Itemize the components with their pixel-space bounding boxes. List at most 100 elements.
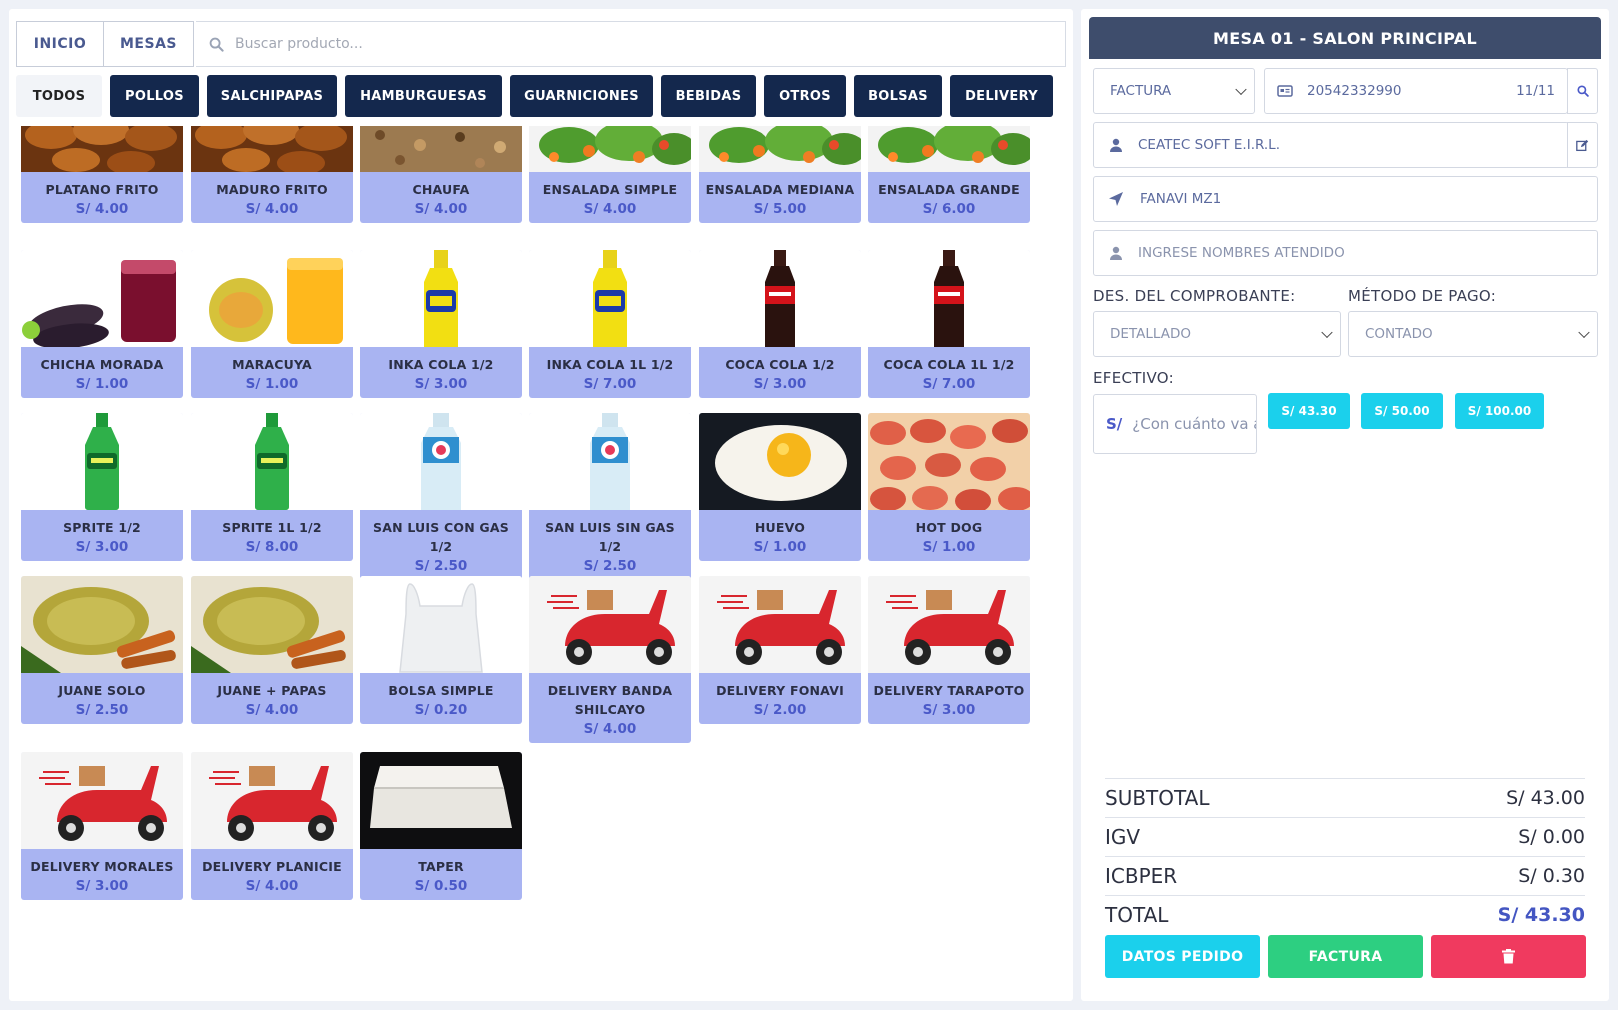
product-card[interactable]: INKA COLA 1L 1/2 S/ 7.00	[529, 250, 691, 398]
product-name: BOLSA SIMPLE	[388, 683, 494, 698]
sprite-bottle-image	[21, 413, 183, 510]
inicio-button[interactable]: INICIO	[16, 21, 104, 67]
hot-dog-slices-image	[868, 413, 1030, 510]
product-name: MADURO FRITO	[216, 182, 328, 197]
product-name: ENSALADA GRANDE	[878, 182, 1020, 197]
product-card[interactable]: JUANE SOLO S/ 2.50	[21, 576, 183, 724]
product-card[interactable]: ENSALADA GRANDE S/ 6.00	[868, 126, 1030, 223]
product-card[interactable]: SPRITE 1/2 S/ 3.00	[21, 413, 183, 561]
payment-select[interactable]: CONTADO	[1348, 311, 1598, 357]
tab-delivery[interactable]: DELIVERY	[950, 75, 1053, 117]
product-card[interactable]: SPRITE 1L 1/2 S/ 8.00	[191, 413, 353, 561]
total-label: TOTAL	[1105, 903, 1169, 927]
quick-amount-button-3[interactable]: S/ 100.00	[1455, 393, 1544, 429]
quick-amount-button-2[interactable]: S/ 50.00	[1361, 393, 1443, 429]
tab-pollos[interactable]: POLLOS	[110, 75, 199, 117]
products-panel: INICIO MESAS TODOS POLLOS SALCHIPAPAS HA…	[9, 9, 1073, 1001]
product-card[interactable]: ENSALADA SIMPLE S/ 4.00	[529, 126, 691, 223]
tab-todos[interactable]: TODOS	[16, 75, 102, 117]
product-price: S/ 1.00	[753, 539, 807, 555]
product-name: TAPER	[418, 859, 464, 874]
tab-otros[interactable]: OTROS	[764, 75, 846, 117]
tab-guarniciones[interactable]: GUARNICIONES	[510, 75, 653, 117]
product-card[interactable]: TAPER S/ 0.50	[360, 752, 522, 900]
igv-row: IGV S/ 0.00	[1105, 817, 1585, 856]
product-card[interactable]: DELIVERY FONAVI S/ 2.00	[699, 576, 861, 724]
product-price: S/ 1.00	[922, 539, 976, 555]
product-price: S/ 4.00	[245, 702, 299, 718]
product-name: ENSALADA MEDIANA	[705, 182, 855, 197]
search-bar	[196, 21, 1066, 67]
address-value: FANAVI MZ1	[1140, 191, 1222, 207]
product-card[interactable]: CHICHA MORADA S/ 1.00	[21, 250, 183, 398]
juane-image	[21, 576, 183, 673]
product-name: ENSALADA SIMPLE	[542, 182, 678, 197]
product-card[interactable]: HOT DOG S/ 1.00	[868, 413, 1030, 561]
product-card[interactable]: JUANE + PAPAS S/ 4.00	[191, 576, 353, 724]
mesas-button[interactable]: MESAS	[104, 21, 194, 67]
product-card[interactable]: DELIVERY MORALES S/ 3.00	[21, 752, 183, 900]
doc-count: 11/11	[1516, 83, 1555, 99]
product-name: CHAUFA	[412, 182, 470, 197]
edit-icon	[1576, 139, 1589, 151]
tab-bolsas[interactable]: BOLSAS	[854, 75, 942, 117]
product-price: S/ 3.00	[922, 702, 976, 718]
product-price: S/ 4.00	[414, 201, 468, 217]
product-name: HUEVO	[754, 520, 806, 535]
search-input[interactable]	[235, 36, 1015, 52]
payment-value: CONTADO	[1365, 326, 1433, 342]
client-field[interactable]: CEATEC SOFT E.I.R.L.	[1093, 122, 1569, 168]
doc-number-field[interactable]: 20542332990 11/11	[1264, 68, 1568, 114]
category-tabs: TODOS POLLOS SALCHIPAPAS HAMBURGUESAS GU…	[16, 75, 1053, 117]
attended-field[interactable]: INGRESE NOMBRES ATENDIDO	[1093, 230, 1598, 276]
product-card[interactable]: BOLSA SIMPLE S/ 0.20	[360, 576, 522, 724]
product-card[interactable]: DELIVERY BANDA SHILCAYO S/ 4.00	[529, 576, 691, 743]
tab-bebidas[interactable]: BEBIDAS	[661, 75, 756, 117]
tab-salchipapas[interactable]: SALCHIPAPAS	[207, 75, 337, 117]
water-bottle-image	[529, 413, 691, 510]
product-card[interactable]: SAN LUIS CON GAS 1/2 S/ 2.50	[360, 413, 522, 580]
product-price: S/ 4.00	[583, 201, 637, 217]
location-arrow-icon	[1109, 192, 1123, 206]
delete-order-button[interactable]	[1431, 935, 1586, 978]
edit-client-button[interactable]	[1567, 122, 1598, 168]
product-price: S/ 3.00	[75, 878, 129, 894]
product-card[interactable]: DELIVERY PLANICIE S/ 4.00	[191, 752, 353, 900]
product-price: S/ 3.00	[75, 539, 129, 555]
order-details-button[interactable]: DATOS PEDIDO	[1105, 935, 1260, 978]
product-card[interactable]: MARACUYA S/ 1.00	[191, 250, 353, 398]
address-field[interactable]: FANAVI MZ1	[1093, 176, 1598, 222]
product-name: JUANE + PAPAS	[217, 683, 327, 698]
product-price: S/ 6.00	[922, 201, 976, 217]
total-value: S/ 43.30	[1497, 904, 1585, 926]
desc-select[interactable]: DETALLADO	[1093, 311, 1341, 357]
user-icon	[1110, 246, 1122, 260]
quick-amount-button-1[interactable]: S/ 43.30	[1268, 393, 1350, 429]
product-card[interactable]: COCA COLA 1L 1/2 S/ 7.00	[868, 250, 1030, 398]
water-bottle-image	[360, 413, 522, 510]
product-card[interactable]: ENSALADA MEDIANA S/ 5.00	[699, 126, 861, 223]
product-card[interactable]: HUEVO S/ 1.00	[699, 413, 861, 561]
product-card[interactable]: MADURO FRITO S/ 4.00	[191, 126, 353, 223]
search-client-button[interactable]	[1567, 68, 1598, 114]
product-card[interactable]: COCA COLA 1/2 S/ 3.00	[699, 250, 861, 398]
product-card[interactable]: CHAUFA S/ 4.00	[360, 126, 522, 223]
cash-input[interactable]: S/ ¿Con cuánto va a pagar?	[1093, 394, 1257, 454]
invoice-button[interactable]: FACTURA	[1268, 935, 1423, 978]
attended-placeholder: INGRESE NOMBRES ATENDIDO	[1138, 245, 1345, 261]
tab-hamburguesas[interactable]: HAMBURGUESAS	[345, 75, 502, 117]
fried-plantain-image	[21, 126, 183, 172]
igv-value: S/ 0.00	[1518, 826, 1585, 848]
product-card[interactable]: SAN LUIS SIN GAS 1/2 S/ 2.50	[529, 413, 691, 580]
product-card[interactable]: INKA COLA 1/2 S/ 3.00	[360, 250, 522, 398]
product-card[interactable]: PLATANO FRITO S/ 4.00	[21, 126, 183, 223]
subtotal-value: S/ 43.00	[1506, 787, 1585, 809]
product-name: SAN LUIS SIN GAS 1/2	[545, 520, 675, 554]
product-card[interactable]: DELIVERY TARAPOTO S/ 3.00	[868, 576, 1030, 724]
product-price: S/ 5.00	[753, 201, 807, 217]
product-grid: PLATANO FRITO S/ 4.00 MADURO FRITO S/ 4.00 C…	[21, 126, 1071, 1001]
product-name: DELIVERY TARAPOTO	[873, 683, 1025, 698]
product-price: S/ 1.00	[245, 376, 299, 392]
doc-type-select[interactable]: FACTURA	[1093, 68, 1255, 114]
product-price: S/ 7.00	[922, 376, 976, 392]
